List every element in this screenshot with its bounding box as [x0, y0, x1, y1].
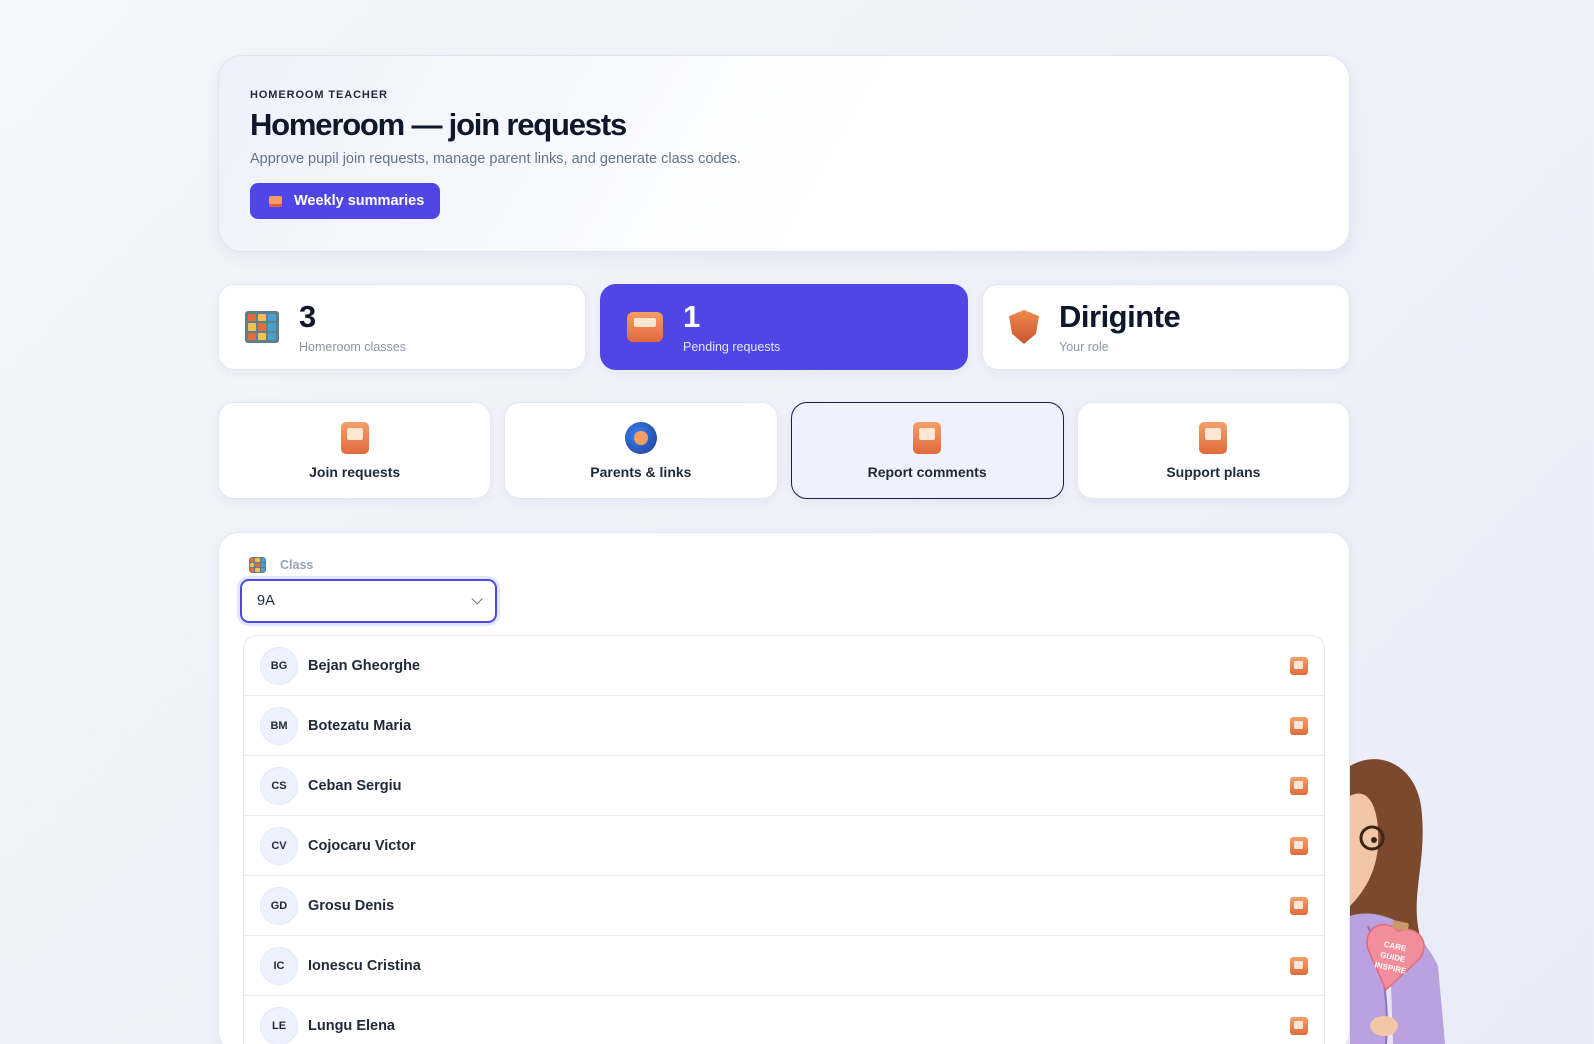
pupil-row: IC Ionescu Cristina [244, 936, 1324, 996]
stat-your-role: Diriginte Your role [982, 284, 1350, 370]
pupil-row: BG Bejan Gheorghe [244, 636, 1324, 696]
edit-comment-icon[interactable] [1290, 656, 1308, 675]
support-plan-icon [1199, 421, 1228, 454]
pupil-row: LE Lungu Elena [244, 996, 1324, 1044]
pupil-name: Bejan Gheorghe [308, 657, 420, 674]
classroom-shelf-icon [249, 557, 266, 573]
page-title: Homeroom — join requests [250, 107, 627, 142]
tab-support-plans[interactable]: Support plans [1076, 402, 1350, 499]
weekly-summaries-label: Weekly summaries [294, 193, 425, 209]
main-container: HOMEROOM TEACHER Homeroom — join request… [218, 55, 1350, 1044]
pupil-row: GD Grosu Denis [244, 876, 1324, 936]
avatar: IC [260, 946, 298, 985]
stat-label: Your role [1059, 339, 1109, 354]
class-label-text: Class [280, 558, 314, 572]
avatar: BG [260, 646, 298, 685]
inbox-box-icon [627, 312, 663, 342]
stat-label: Pending requests [683, 339, 781, 354]
edit-comment-icon[interactable] [1290, 956, 1308, 975]
stat-label: Homeroom classes [299, 339, 406, 354]
pupil-name: Lungu Elena [308, 1017, 395, 1034]
pupil-name: Botezatu Maria [308, 717, 412, 734]
tab-label: Report comments [867, 463, 987, 480]
pupil-row: BM Botezatu Maria [244, 696, 1324, 756]
tab-parents-links[interactable]: Parents & links [504, 402, 778, 499]
pupil-name: Cojocaru Victor [308, 837, 416, 854]
edit-comment-icon[interactable] [1290, 836, 1308, 855]
class-select-label: Class [243, 557, 1325, 573]
edit-comment-icon[interactable] [1290, 776, 1308, 795]
pupil-name: Grosu Denis [308, 897, 395, 914]
door-icon [340, 421, 369, 454]
eyebrow-label: HOMEROOM TEACHER [250, 89, 388, 101]
pupil-row: CV Cojocaru Victor [244, 816, 1324, 876]
section-tabs: Join requests Parents & links Report com… [218, 402, 1350, 499]
class-select-value: 9A [257, 593, 275, 609]
avatar: BM [260, 706, 298, 745]
class-select[interactable]: 9A [240, 579, 497, 623]
pupil-name: Ionescu Cristina [308, 957, 421, 974]
chevron-down-icon [471, 593, 483, 605]
pupil-row: CS Ceban Sergiu [244, 756, 1324, 816]
calendar-icon [269, 195, 282, 207]
tab-report-comments[interactable]: Report comments [790, 402, 1064, 499]
tab-join-requests[interactable]: Join requests [218, 402, 492, 499]
family-globe-icon [624, 421, 657, 454]
page-subtitle: Approve pupil join requests, manage pare… [250, 151, 741, 167]
pupil-name: Ceban Sergiu [308, 777, 402, 794]
edit-comment-icon[interactable] [1290, 896, 1308, 915]
weekly-summaries-button[interactable]: Weekly summaries [250, 183, 441, 219]
stat-value: 3 [299, 298, 316, 334]
tab-label: Support plans [1166, 463, 1261, 480]
report-comments-panel: Class 9A BG Bejan Gheorghe BM Botezatu M… [218, 532, 1350, 1044]
stat-value: Diriginte [1059, 298, 1181, 334]
classroom-shelf-icon [245, 311, 279, 343]
avatar: LE [260, 1006, 298, 1044]
edit-comment-icon[interactable] [1290, 1016, 1308, 1035]
avatar: GD [260, 886, 298, 925]
avatar: CV [260, 826, 298, 865]
teacher-mascot-illustration: CARE GUIDE INSPIRE [1350, 759, 1445, 1044]
tab-label: Join requests [309, 463, 401, 480]
pupil-list: BG Bejan Gheorghe BM Botezatu Maria CS C… [243, 635, 1325, 1044]
hero-card: HOMEROOM TEACHER Homeroom — join request… [218, 55, 1350, 252]
stat-homeroom-classes: 3 Homeroom classes [218, 284, 586, 370]
stat-pending-requests[interactable]: 1 Pending requests [600, 284, 968, 370]
report-note-icon [913, 421, 942, 454]
stat-value: 1 [683, 298, 700, 334]
avatar: CS [260, 766, 298, 805]
tab-label: Parents & links [590, 463, 692, 480]
shield-badge-icon [1009, 310, 1039, 344]
stats-row: 3 Homeroom classes 1 Pending requests Di… [218, 284, 1350, 370]
edit-comment-icon[interactable] [1290, 716, 1308, 735]
